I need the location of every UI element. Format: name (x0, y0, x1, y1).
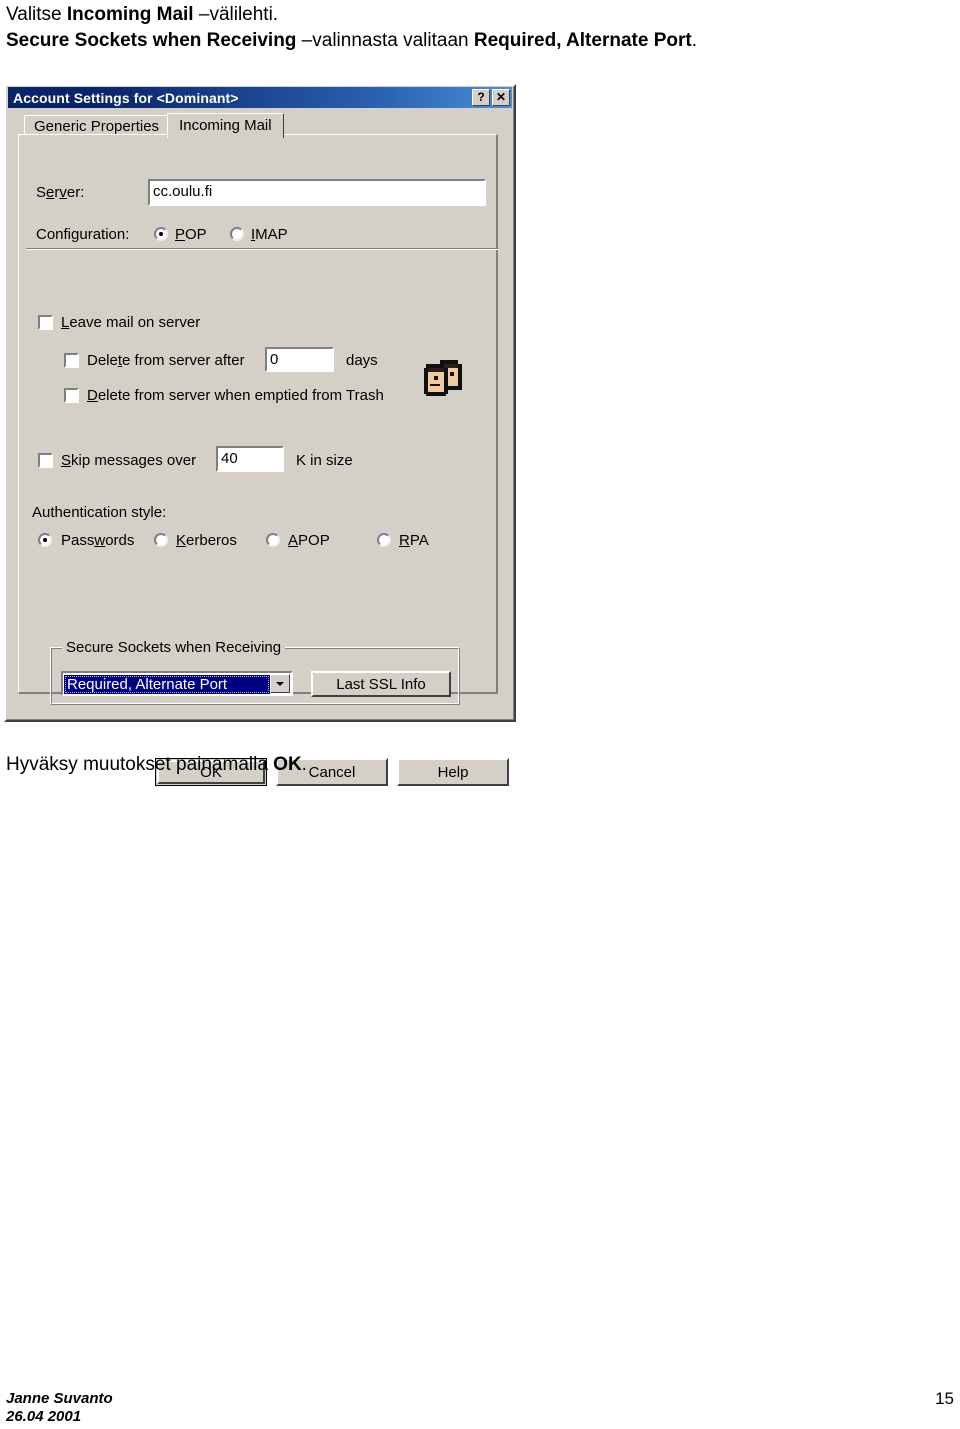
footer-author: Janne Suvanto (6, 1390, 113, 1407)
help-titlebar-icon[interactable]: ? (472, 89, 490, 106)
radio-imap[interactable] (230, 227, 244, 241)
help-button[interactable]: Help (397, 758, 509, 786)
intro-line-1-prefix: Valitse (6, 4, 67, 25)
intro-line-2: Secure Sockets when Receiving –valinnast… (6, 28, 697, 54)
intro-line-1-bold: Incoming Mail (66, 4, 194, 25)
checkbox-delete-from-server-after-label: Delete from server after (87, 352, 245, 369)
intro-line-2-bold-1: Secure Sockets when Receiving (6, 30, 297, 51)
incoming-mail-tab-panel (18, 134, 498, 694)
tab-generic-properties[interactable]: Generic Properties (24, 115, 170, 136)
cancel-button-label: Cancel (308, 763, 356, 781)
dialog-title: Account Settings for <Dominant> (13, 89, 239, 106)
checkbox-delete-from-server-after[interactable] (64, 353, 79, 368)
delete-after-days-unit: days (346, 352, 378, 369)
radio-apop-label: APOP (288, 532, 330, 549)
radio-apop[interactable] (266, 533, 280, 547)
radio-passwords[interactable] (38, 533, 52, 547)
help-button-label: Help (437, 763, 469, 781)
checkbox-delete-when-emptied-trash[interactable] (64, 388, 79, 403)
intro-line-1-suffix: –välilehti. (193, 4, 279, 25)
outro-suffix: . (301, 754, 307, 775)
server-input[interactable]: cc.oulu.fi (148, 179, 486, 206)
checkbox-skip-messages-over[interactable] (38, 453, 53, 468)
section-separator (26, 248, 499, 250)
intro-line-2-bold-2: Required, Alternate Port (473, 30, 692, 51)
people-icon (424, 360, 462, 396)
checkbox-skip-messages-over-label: Skip messages over (61, 452, 197, 469)
footer-date: 26.04 2001 (6, 1408, 82, 1425)
account-settings-dialog: Account Settings for <Dominant> ? ✕ Gene… (4, 84, 516, 786)
authentication-style-label: Authentication style: (32, 504, 167, 521)
radio-rpa-label: RPA (399, 532, 429, 549)
skip-messages-unit: K in size (296, 452, 353, 469)
outro-bold: OK (273, 754, 302, 775)
radio-kerberos-label: Kerberos (176, 532, 237, 549)
checkbox-delete-when-emptied-trash-label: Delete from server when emptied from Tra… (87, 387, 384, 404)
close-icon[interactable]: ✕ (492, 89, 510, 106)
radio-pop-label: POP (175, 226, 207, 243)
checkbox-leave-mail-on-server[interactable] (38, 315, 53, 330)
configuration-label: Configuration: (36, 226, 130, 243)
tab-incoming-mail[interactable]: Incoming Mail (167, 113, 284, 138)
radio-passwords-label: Passwords (61, 532, 135, 549)
intro-line-2-suffix: . (691, 30, 697, 51)
radio-kerberos[interactable] (154, 533, 168, 547)
secure-sockets-dropdown-value: Required, Alternate Port (64, 674, 270, 694)
radio-rpa[interactable] (377, 533, 391, 547)
skip-messages-size-input[interactable]: 40 (216, 446, 284, 472)
chevron-down-icon[interactable] (270, 674, 290, 693)
secure-sockets-dropdown[interactable]: Required, Alternate Port (61, 671, 293, 696)
last-ssl-info-button-label: Last SSL Info (336, 675, 426, 693)
radio-pop[interactable] (154, 227, 168, 241)
last-ssl-info-button[interactable]: Last SSL Info (311, 671, 451, 697)
dialog-title-bar: Account Settings for <Dominant> ? ✕ (8, 87, 512, 108)
secure-sockets-group-title: Secure Sockets when Receiving (62, 640, 286, 656)
server-label: Server: (36, 184, 85, 201)
checkbox-leave-mail-on-server-label: Leave mail on server (61, 314, 201, 331)
radio-imap-label: IMAP (251, 226, 288, 243)
delete-after-days-input[interactable]: 0 (265, 347, 334, 372)
intro-line-1: Valitse Incoming Mail –välilehti. (6, 2, 278, 28)
intro-line-2-mid: –valinnasta valitaan (296, 30, 474, 51)
footer-page-number: 15 (935, 1389, 954, 1408)
tab-strip: Generic Properties Incoming Mail (24, 112, 284, 138)
outro-line: Hyväksy muutokset painamalla OK. (6, 752, 307, 778)
outro-prefix: Hyväksy muutokset painamalla (6, 754, 274, 775)
